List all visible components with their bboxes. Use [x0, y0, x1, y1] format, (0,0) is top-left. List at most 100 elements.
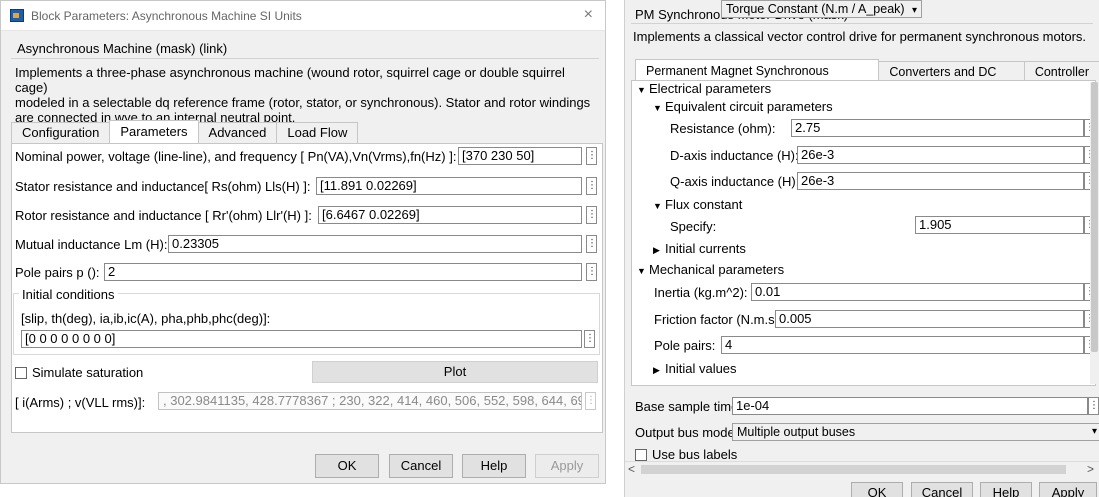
- mutual-label: Mutual inductance Lm (H):: [15, 237, 168, 252]
- d-axis-field[interactable]: 26e-3: [797, 146, 1084, 164]
- equivalent-node[interactable]: ▼ Equivalent circuit parameters: [653, 99, 833, 114]
- help-button[interactable]: Help: [462, 454, 526, 478]
- output-bus-dropdown[interactable]: Multiple output buses ▾: [732, 423, 1099, 441]
- mask-title: Asynchronous Machine (mask) (link): [17, 41, 228, 56]
- expand-down-icon: ▼: [653, 201, 662, 211]
- ok-button[interactable]: OK: [851, 482, 903, 497]
- output-bus-label: Output bus mode:: [635, 425, 739, 440]
- q-axis-label: Q-axis inductance (H):: [670, 174, 800, 189]
- initial-conditions-label: [slip, th(deg), ia,ib,ic(A), pha,phb,phc…: [21, 311, 271, 326]
- tab-pmsm[interactable]: Permanent Magnet Synchronous Machine: [635, 59, 880, 100]
- bus-labels-label: Use bus labels: [652, 447, 738, 462]
- mechanical-node[interactable]: ▼ Mechanical parameters: [637, 262, 784, 277]
- nominal-field[interactable]: [370 230 50]: [458, 147, 582, 165]
- flux-node[interactable]: ▼ Flux constant: [653, 197, 742, 212]
- tab-advanced[interactable]: Advanced: [197, 122, 278, 143]
- bus-labels-checkbox[interactable]: [635, 449, 647, 461]
- expand-right-icon: ▶: [653, 245, 660, 255]
- apply-button[interactable]: Apply: [535, 454, 599, 478]
- stator-menu-icon[interactable]: ⋮: [586, 177, 597, 195]
- specify-dropdown[interactable]: Torque Constant (N.m / A_peak) ▾: [721, 0, 923, 18]
- electrical-label: Electrical parameters: [649, 81, 772, 96]
- divider: [11, 58, 599, 59]
- inertia-label: Inertia (kg.m^2):: [654, 285, 748, 300]
- mutual-field[interactable]: 0.23305: [168, 235, 582, 253]
- tab-converters[interactable]: Converters and DC bus: [878, 61, 1025, 99]
- rotor-menu-icon[interactable]: ⋮: [586, 206, 597, 224]
- saturation-label: [ i(Arms) ; v(VLL rms)]:: [15, 395, 146, 410]
- friction-label: Friction factor (N.m.s):: [654, 312, 783, 327]
- close-icon[interactable]: ×: [584, 6, 593, 24]
- cancel-button[interactable]: Cancel: [911, 482, 973, 497]
- initial-conditions-field[interactable]: [0 0 0 0 0 0 0 0]: [21, 330, 582, 348]
- cancel-button[interactable]: Cancel: [389, 454, 453, 478]
- block-parameters-dialog: Block Parameters: Asynchronous Machine S…: [0, 0, 606, 484]
- d-axis-label: D-axis inductance (H):: [670, 148, 799, 163]
- pole-pairs-field[interactable]: 2: [104, 263, 582, 281]
- base-sample-field[interactable]: 1e-04: [732, 397, 1088, 415]
- nominal-label: Nominal power, voltage (line-line), and …: [15, 149, 457, 164]
- initial-conditions-title: Initial conditions: [19, 287, 118, 302]
- divider: [631, 23, 1093, 24]
- q-axis-field[interactable]: 26e-3: [797, 172, 1084, 190]
- description-line: Implements a three-phase asynchronous ma…: [15, 65, 565, 95]
- initial-conditions-menu-icon[interactable]: ⋮: [584, 330, 595, 348]
- help-button[interactable]: Help: [980, 482, 1032, 497]
- apply-button[interactable]: Apply: [1039, 482, 1097, 497]
- plot-button[interactable]: Plot: [312, 361, 598, 383]
- scroll-right-icon[interactable]: >: [1087, 462, 1094, 476]
- specify-dropdown-value: Torque Constant (N.m / A_peak): [726, 2, 905, 16]
- tab-bar: Permanent Magnet Synchronous Machine Con…: [635, 59, 1099, 100]
- initial-values-node[interactable]: ▶ Initial values: [653, 361, 737, 376]
- flux-value-field[interactable]: 1.905: [915, 216, 1084, 234]
- horizontal-scrollbar[interactable]: < >: [625, 461, 1099, 477]
- scrollbar-thumb[interactable]: [1091, 82, 1098, 352]
- resistance-label: Resistance (ohm):: [670, 121, 776, 136]
- chevron-down-icon: ▾: [912, 5, 918, 16]
- specify-label: Specify:: [670, 219, 717, 234]
- expand-down-icon: ▼: [637, 85, 646, 95]
- pole-pairs-label: Pole pairs p ():: [15, 265, 100, 280]
- scroll-left-icon[interactable]: <: [628, 462, 635, 476]
- tab-controller[interactable]: Controller: [1023, 61, 1099, 82]
- base-sample-label: Base sample time:: [635, 399, 742, 414]
- mutual-menu-icon[interactable]: ⋮: [586, 235, 597, 253]
- resistance-field[interactable]: 2.75: [791, 119, 1084, 137]
- window-title: Block Parameters: Asynchronous Machine S…: [31, 9, 302, 23]
- mask-description: Implements a three-phase asynchronous ma…: [15, 65, 601, 125]
- simulate-saturation-label: Simulate saturation: [32, 365, 144, 380]
- pole-pairs-field[interactable]: 4: [721, 336, 1084, 354]
- tab-configuration[interactable]: Configuration: [11, 122, 111, 143]
- pmsm-drive-dialog: PM Synchronous Motor Drive (mask) Implem…: [624, 0, 1099, 497]
- title-bar: Block Parameters: Asynchronous Machine S…: [1, 1, 605, 31]
- inertia-field[interactable]: 0.01: [751, 283, 1084, 301]
- description-line: modeled in a selectable dq reference fra…: [15, 95, 591, 110]
- equivalent-label: Equivalent circuit parameters: [665, 99, 833, 114]
- chevron-down-icon: ▾: [1091, 426, 1097, 437]
- tab-parameters[interactable]: Parameters: [109, 120, 199, 143]
- electrical-node[interactable]: ▼ Electrical parameters: [637, 81, 771, 96]
- expand-down-icon: ▼: [637, 266, 646, 276]
- output-bus-value: Multiple output buses: [737, 425, 856, 439]
- nominal-menu-icon[interactable]: ⋮: [586, 147, 597, 165]
- pole-pairs-menu-icon[interactable]: ⋮: [586, 263, 597, 281]
- saturation-menu-icon[interactable]: ⋮: [585, 392, 596, 410]
- mask-description: Implements a classical vector control dr…: [633, 29, 1087, 44]
- simulate-saturation-checkbox[interactable]: [15, 367, 27, 379]
- rotor-field[interactable]: [6.6467 0.02269]: [318, 206, 582, 224]
- initial-currents-node[interactable]: ▶ Initial currents: [653, 241, 746, 256]
- friction-field[interactable]: 0.005: [775, 310, 1084, 328]
- vertical-scrollbar[interactable]: [1090, 82, 1099, 384]
- expand-down-icon: ▼: [653, 103, 662, 113]
- flux-label: Flux constant: [665, 197, 743, 212]
- mechanical-label: Mechanical parameters: [649, 262, 785, 277]
- stator-label: Stator resistance and inductance[ Rs(ohm…: [15, 179, 311, 194]
- expand-right-icon: ▶: [653, 365, 660, 375]
- scrollbar-thumb[interactable]: [641, 465, 1066, 474]
- base-sample-menu-icon[interactable]: ⋮: [1088, 397, 1099, 415]
- ok-button[interactable]: OK: [315, 454, 379, 478]
- stator-field[interactable]: [11.891 0.02269]: [316, 177, 582, 195]
- saturation-field[interactable]: , 302.9841135, 428.7778367 ; 230, 322, 4…: [158, 392, 582, 410]
- tab-bar: Configuration Parameters Advanced Load F…: [11, 120, 359, 143]
- tab-load-flow[interactable]: Load Flow: [276, 122, 359, 143]
